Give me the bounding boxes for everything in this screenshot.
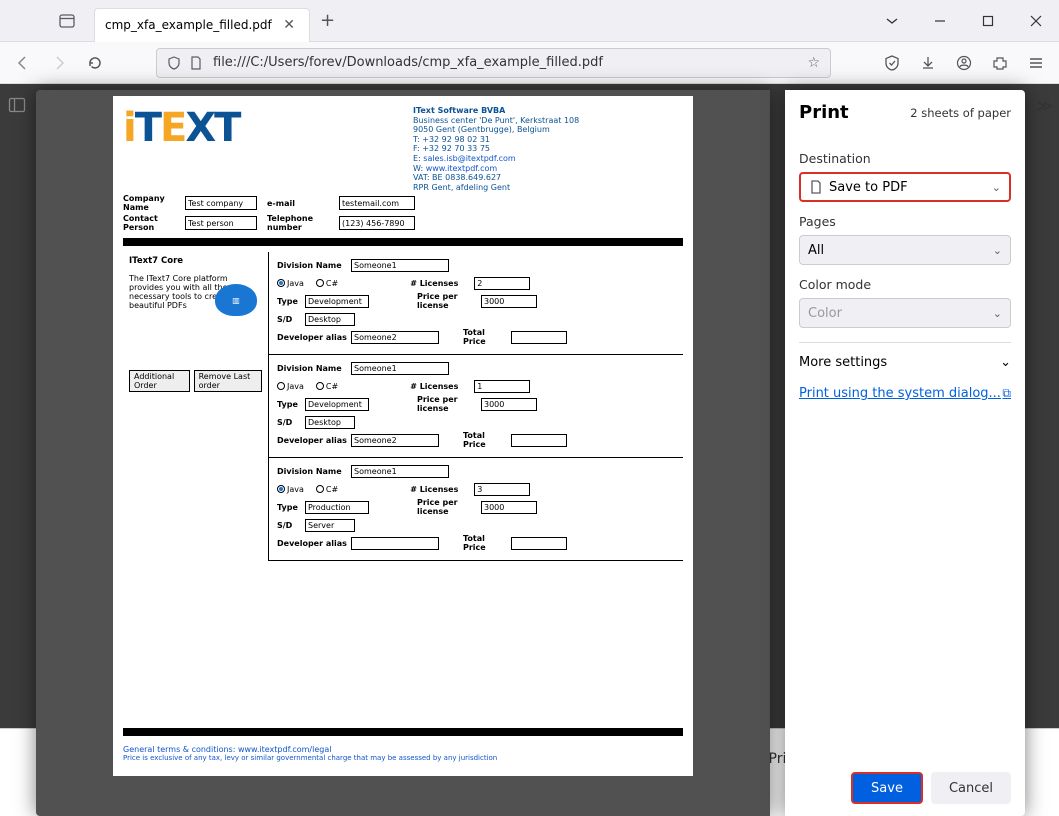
close-tab-icon[interactable]: ✕ bbox=[279, 17, 299, 33]
separator-bar bbox=[123, 238, 683, 246]
color-label: Color mode bbox=[799, 277, 1011, 292]
menu-icon[interactable] bbox=[1021, 48, 1051, 78]
division-block: Division NameSomeone1 Java C# # Licenses… bbox=[269, 355, 683, 458]
divider bbox=[799, 342, 1011, 343]
destination-value: Save to PDF bbox=[829, 180, 908, 195]
document-page: iTEXT IText Software BVBA Business cente… bbox=[113, 96, 693, 776]
print-dialog: Print 2 sheets of paper Destination Save… bbox=[785, 90, 1025, 816]
pages-value: All bbox=[808, 243, 824, 258]
save-button[interactable]: Save bbox=[851, 772, 923, 804]
color-value: Color bbox=[808, 306, 842, 321]
document-footer: General terms & conditions: www.itextpdf… bbox=[123, 745, 683, 762]
overflow-chevron-icon[interactable] bbox=[869, 0, 915, 42]
new-tab-button[interactable]: + bbox=[310, 10, 345, 31]
titlebar: cmp_xfa_example_filled.pdf ✕ + bbox=[0, 0, 1059, 42]
phone-field: (123) 456-7890 bbox=[339, 216, 415, 230]
company-name-field: Test company bbox=[185, 196, 257, 210]
chevron-down-icon: ⌄ bbox=[993, 307, 1002, 320]
system-dialog-link[interactable]: Print using the system dialog... ⧉ bbox=[799, 386, 1011, 401]
print-title: Print bbox=[799, 102, 849, 123]
url-text: file:///C:/Users/forev/Downloads/cmp_xfa… bbox=[213, 55, 803, 70]
pages-select[interactable]: All ⌄ bbox=[799, 235, 1011, 265]
page-icon bbox=[185, 56, 207, 70]
division-block: Division NameSomeone1 Java C# # Licenses… bbox=[269, 252, 683, 355]
tab-list-button[interactable] bbox=[52, 6, 82, 36]
pages-label: Pages bbox=[799, 214, 1011, 229]
maximize-button[interactable] bbox=[965, 0, 1011, 42]
cancel-button[interactable]: Cancel bbox=[931, 772, 1011, 804]
shield-icon bbox=[163, 56, 185, 70]
chevron-down-icon: ⌄ bbox=[1000, 355, 1011, 370]
account-icon[interactable] bbox=[949, 48, 979, 78]
phone-label: Telephone number bbox=[267, 214, 339, 232]
reload-button[interactable] bbox=[80, 48, 110, 78]
email-label: e-mail bbox=[267, 199, 339, 208]
pdf-icon bbox=[809, 180, 823, 194]
itext-logo: iTEXT bbox=[123, 106, 413, 150]
downloads-icon[interactable] bbox=[913, 48, 943, 78]
additional-order-button: Additional Order bbox=[129, 370, 190, 392]
tab-title: cmp_xfa_example_filled.pdf bbox=[105, 18, 279, 32]
division-block: Division NameSomeone1 Java C# # Licenses… bbox=[269, 458, 683, 561]
contact-label: Contact Person bbox=[123, 214, 185, 232]
destination-label: Destination bbox=[799, 151, 1011, 166]
company-name-label: Company Name bbox=[123, 194, 185, 212]
minimize-button[interactable] bbox=[917, 0, 963, 42]
cloud-icon: ▥ bbox=[215, 284, 257, 316]
forward-button[interactable] bbox=[44, 48, 74, 78]
chevron-down-icon: ⌄ bbox=[993, 244, 1002, 257]
browser-tab[interactable]: cmp_xfa_example_filled.pdf ✕ bbox=[94, 8, 310, 42]
more-settings-toggle[interactable]: More settings ⌄ bbox=[799, 349, 1011, 376]
divisions-list: Division NameSomeone1 Java C# # Licenses… bbox=[269, 252, 683, 561]
bookmark-star-icon[interactable]: ☆ bbox=[803, 55, 824, 71]
extensions-icon[interactable] bbox=[985, 48, 1015, 78]
external-link-icon: ⧉ bbox=[1002, 386, 1011, 401]
footer-bar bbox=[123, 728, 683, 736]
url-bar[interactable]: file:///C:/Users/forev/Downloads/cmp_xfa… bbox=[156, 48, 831, 78]
url-toolbar: file:///C:/Users/forev/Downloads/cmp_xfa… bbox=[0, 42, 1059, 84]
color-select: Color ⌄ bbox=[799, 298, 1011, 328]
company-info: IText Software BVBA Business center 'De … bbox=[413, 106, 579, 192]
content-area: ≫ Developer alias Someone2 Total Price i… bbox=[0, 84, 1059, 788]
back-button[interactable] bbox=[8, 48, 38, 78]
toolbar-overflow-icon[interactable]: ≫ bbox=[1036, 96, 1053, 115]
protections-icon[interactable] bbox=[877, 48, 907, 78]
email-field: testemail.com bbox=[339, 196, 415, 210]
close-window-button[interactable] bbox=[1013, 0, 1059, 42]
remove-order-button: Remove Last order bbox=[194, 370, 262, 392]
chevron-down-icon: ⌄ bbox=[992, 181, 1001, 194]
core-description: IText7 Core The IText7 Core platform pro… bbox=[123, 252, 269, 561]
sheet-count: 2 sheets of paper bbox=[910, 106, 1011, 120]
destination-select[interactable]: Save to PDF ⌄ bbox=[799, 172, 1011, 202]
contact-field: Test person bbox=[185, 216, 257, 230]
sidebar-toggle-icon[interactable] bbox=[8, 96, 26, 114]
more-settings-label: More settings bbox=[799, 355, 887, 370]
print-preview: iTEXT IText Software BVBA Business cente… bbox=[36, 90, 770, 816]
